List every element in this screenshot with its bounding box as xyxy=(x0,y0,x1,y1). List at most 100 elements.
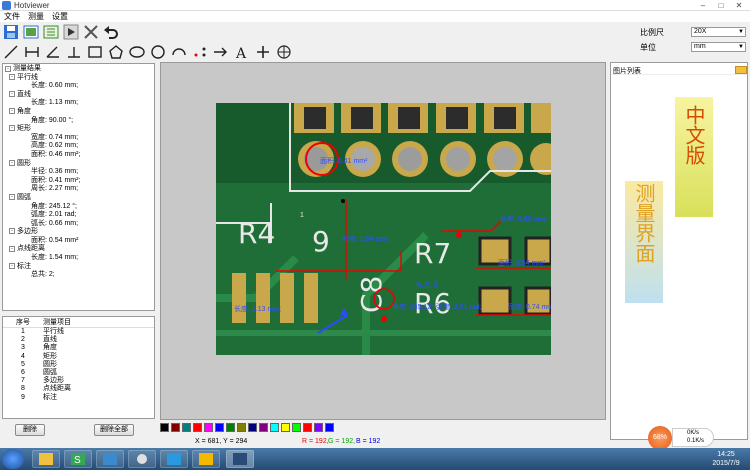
color-swatch[interactable] xyxy=(292,423,301,432)
color-swatch[interactable] xyxy=(281,423,290,432)
color-swatch[interactable] xyxy=(226,423,235,432)
tree-item[interactable]: 角度: 245.12 °; xyxy=(5,203,152,212)
image-canvas[interactable]: R4 9 R7 R6 C8 面积: 0.41 mm² 长度: 1.54 mm; … xyxy=(160,62,606,420)
memory-usage-badge[interactable]: 68% xyxy=(648,426,672,450)
crossed-tools-icon[interactable] xyxy=(82,23,100,41)
taskbar-app-chat[interactable] xyxy=(160,450,188,468)
export-icon[interactable] xyxy=(42,23,60,41)
tree-group[interactable]: - 标注 xyxy=(5,263,152,272)
collapse-icon[interactable]: - xyxy=(9,262,15,269)
undo-icon[interactable] xyxy=(102,23,120,41)
color-swatch[interactable] xyxy=(325,423,334,432)
list-item[interactable]: 2 直线 xyxy=(3,336,154,344)
collapse-icon[interactable]: - xyxy=(9,73,15,80)
list-item[interactable]: 8 点线距离 xyxy=(3,385,154,393)
pentagon-icon[interactable] xyxy=(107,44,125,60)
color-swatch[interactable] xyxy=(303,423,312,432)
pcb-photo[interactable]: R4 9 R7 R6 C8 面积: 0.41 mm² 长度: 1.54 mm; … xyxy=(216,103,551,355)
network-speed-widget[interactable]: 0K/s 0.1K/s xyxy=(672,428,714,447)
color-swatch[interactable] xyxy=(171,423,180,432)
taskbar-app-media[interactable] xyxy=(128,450,156,468)
maximize-button[interactable]: □ xyxy=(712,0,730,10)
color-swatch[interactable] xyxy=(215,423,224,432)
tree-root[interactable]: - 测量结果 xyxy=(5,65,152,74)
delete-all-button[interactable]: 删除全部 xyxy=(94,424,134,436)
list-item[interactable]: 7 多边形 xyxy=(3,377,154,385)
tree-item[interactable]: 弧长: 0.66 mm; xyxy=(5,220,152,229)
target-icon[interactable] xyxy=(275,44,293,60)
list-item[interactable]: 5 圆形 xyxy=(3,361,154,369)
minimize-button[interactable]: – xyxy=(694,0,712,10)
collapse-icon[interactable]: - xyxy=(9,194,15,201)
list-item[interactable]: 3 角度 xyxy=(3,344,154,352)
close-button[interactable]: ✕ xyxy=(730,0,748,10)
measurement-list[interactable]: 序号 测量项目 1 平行线 2 直线 3 角度 4 矩形 5 圆形 6 圆弧 7 多边形 8 点线距离 9 标注 xyxy=(2,316,155,419)
play-icon[interactable] xyxy=(62,23,80,41)
list-item[interactable]: 6 圆弧 xyxy=(3,369,154,377)
collapse-icon[interactable]: - xyxy=(9,125,15,132)
clock[interactable]: 14:25 2015/7/9 xyxy=(706,450,746,468)
tree-item[interactable]: 周长: 2.27 mm; xyxy=(5,185,152,194)
tree-group[interactable]: - 矩形 xyxy=(5,125,152,134)
tree-item[interactable]: 长度: 1.13 mm; xyxy=(5,99,152,108)
color-swatch[interactable] xyxy=(314,423,323,432)
tree-item[interactable]: 弧度: 2.01 rad; xyxy=(5,211,152,220)
color-swatch[interactable] xyxy=(160,423,169,432)
tree-item[interactable]: 长度: 0.60 mm; xyxy=(5,82,152,91)
tree-group[interactable]: - 圆弧 xyxy=(5,194,152,203)
color-swatch[interactable] xyxy=(182,423,191,432)
measurement-results-panel[interactable]: - 测量结果 - 平行线 长度: 0.60 mm; - 直线 长度: 1.13 mm; - 角度… xyxy=(2,63,155,311)
image-list-panel[interactable]: 图片列表 中文版 测量界面 xyxy=(610,62,748,440)
tree-item[interactable]: 宽度: 0.74 mm; xyxy=(5,134,152,143)
tree-group[interactable]: - 圆形 xyxy=(5,160,152,169)
tree-item[interactable]: 高度: 0.62 mm; xyxy=(5,142,152,151)
text-icon[interactable]: A xyxy=(233,44,251,60)
tree-group[interactable]: - 多边形 xyxy=(5,228,152,237)
list-item[interactable]: 9 标注 xyxy=(3,394,154,402)
list-item[interactable]: 1 平行线 xyxy=(3,328,154,336)
scale-select[interactable]: 20X ▼ xyxy=(691,27,746,37)
delete-button[interactable]: 删除 xyxy=(15,424,45,436)
tree-group[interactable]: - 角度 xyxy=(5,108,152,117)
taskbar-explorer[interactable] xyxy=(32,450,60,468)
tree-group[interactable]: - 点线距离 xyxy=(5,245,152,254)
tree-item[interactable]: 角度: 90.00 °; xyxy=(5,117,152,126)
start-button[interactable] xyxy=(2,449,24,469)
arc-icon[interactable] xyxy=(170,44,188,60)
tree-item[interactable]: 面积: 0.46 mm²; xyxy=(5,151,152,160)
taskbar-hotviewer[interactable] xyxy=(226,450,254,468)
arrow-icon[interactable] xyxy=(212,44,230,60)
menu-measure[interactable]: 测量 xyxy=(28,11,44,22)
taskbar-app-s[interactable]: S xyxy=(64,450,92,468)
collapse-icon[interactable]: - xyxy=(9,108,15,115)
color-swatch[interactable] xyxy=(248,423,257,432)
menu-settings[interactable]: 设置 xyxy=(52,11,68,22)
taskbar-app-notes[interactable] xyxy=(192,450,220,468)
circle-icon[interactable] xyxy=(149,44,167,60)
angle-icon[interactable] xyxy=(44,44,62,60)
perpendicular-icon[interactable] xyxy=(65,44,83,60)
color-swatch[interactable] xyxy=(237,423,246,432)
color-swatch[interactable] xyxy=(204,423,213,432)
collapse-icon[interactable]: - xyxy=(9,245,15,252)
color-swatch[interactable] xyxy=(270,423,279,432)
tree-item[interactable]: 面积: 0.41 mm²; xyxy=(5,177,152,186)
collapse-icon[interactable]: - xyxy=(9,159,15,166)
list-item[interactable]: 4 矩形 xyxy=(3,353,154,361)
color-swatch[interactable] xyxy=(259,423,268,432)
folder-icon[interactable] xyxy=(735,66,747,74)
taskbar-app-z[interactable] xyxy=(96,450,124,468)
color-swatch[interactable] xyxy=(193,423,202,432)
collapse-icon[interactable]: - xyxy=(9,228,15,235)
crosshair-icon[interactable] xyxy=(254,44,272,60)
unit-select[interactable]: mm ▼ xyxy=(691,42,746,52)
tree-group[interactable]: - 直线 xyxy=(5,91,152,100)
line-icon[interactable] xyxy=(2,44,20,60)
parallel-line-icon[interactable] xyxy=(23,44,41,60)
tree-item[interactable]: 总共: 2; xyxy=(5,271,152,280)
point-distance-icon[interactable] xyxy=(191,44,209,60)
collapse-icon[interactable]: - xyxy=(9,90,15,97)
tree-item[interactable]: 半径: 0.36 mm; xyxy=(5,168,152,177)
rectangle-icon[interactable] xyxy=(86,44,104,60)
save-icon[interactable] xyxy=(2,23,20,41)
